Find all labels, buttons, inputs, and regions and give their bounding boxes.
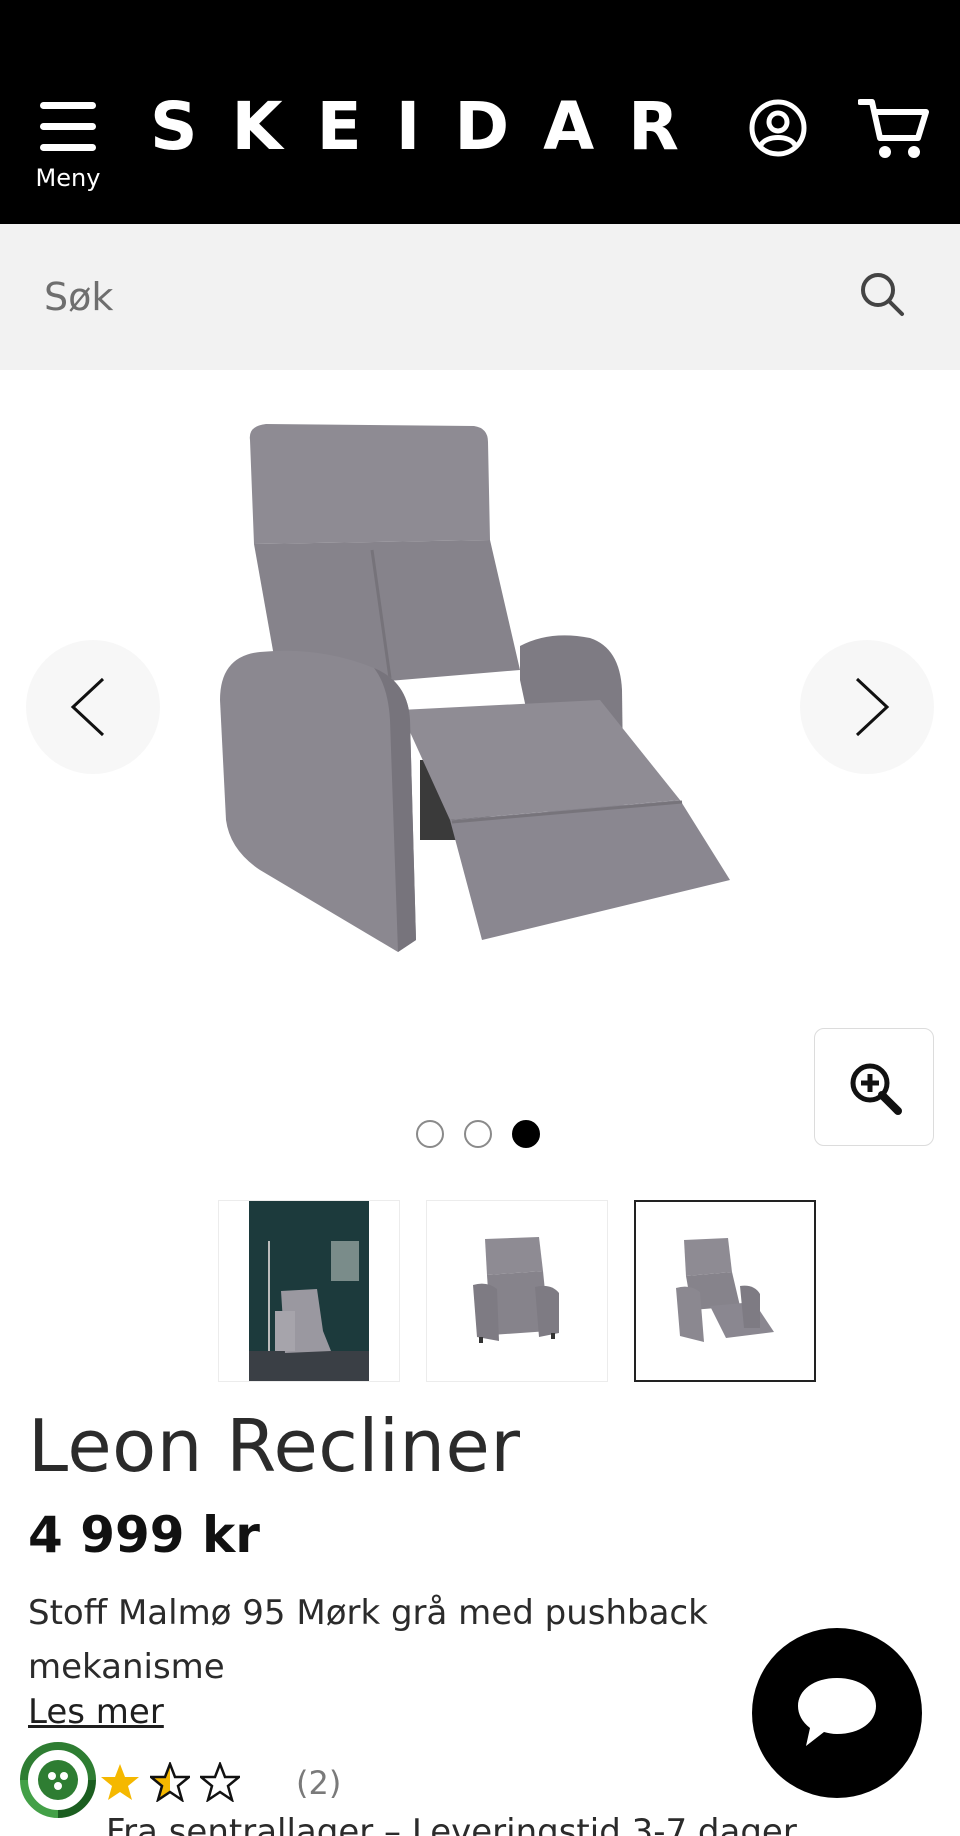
gallery-dot-1[interactable]: [416, 1120, 444, 1148]
gallery-dot-2[interactable]: [464, 1120, 492, 1148]
account-icon[interactable]: [748, 98, 808, 158]
chevron-left-icon: [70, 677, 105, 737]
review-count: (2): [296, 1764, 342, 1802]
menu-label: Meny: [35, 164, 101, 192]
search-input[interactable]: [0, 224, 860, 370]
gallery-pagination: [416, 1120, 566, 1150]
thumbnail-recliner-reclined[interactable]: [634, 1200, 816, 1382]
zoom-in-icon: [850, 1063, 902, 1115]
search-icon[interactable]: [858, 270, 906, 318]
chevron-right-icon: [855, 677, 890, 737]
product-rating[interactable]: (2): [100, 1758, 400, 1808]
thumbnail-recliner-upright[interactable]: [426, 1200, 608, 1382]
site-header: Meny SKEIDAR: [0, 0, 960, 224]
read-more-link[interactable]: Les mer: [28, 1692, 164, 1732]
gallery-dot-3[interactable]: [512, 1120, 540, 1148]
star-half-icon: [150, 1762, 190, 1802]
menu-icon: [40, 102, 96, 165]
chat-button[interactable]: [752, 1628, 922, 1798]
star-empty-icon: [200, 1762, 240, 1802]
product-description: Stoff Malmø 95 Mørk grå med pushback mek…: [28, 1593, 708, 1687]
product-price: 4 999 kr: [28, 1506, 260, 1564]
sustainability-badge-icon[interactable]: [18, 1740, 98, 1820]
search-bar: [0, 224, 960, 370]
product-gallery: [0, 370, 960, 1160]
stock-status: Fra sentrallager – Leveringstid 3-7 dage…: [106, 1812, 797, 1836]
cart-icon[interactable]: [857, 96, 930, 162]
product-title: Leon Recliner: [28, 1404, 521, 1488]
zoom-button[interactable]: [814, 1028, 934, 1146]
thumbnail-room-scene[interactable]: [218, 1200, 400, 1382]
menu-button[interactable]: Meny: [30, 98, 106, 198]
gallery-prev-button[interactable]: [26, 640, 160, 774]
brand-logo[interactable]: SKEIDAR: [150, 92, 690, 162]
gallery-next-button[interactable]: [800, 640, 934, 774]
chat-bubble-icon: [798, 1678, 876, 1746]
star-full-icon: [101, 1764, 139, 1800]
thumbnail-strip: [0, 1200, 960, 1382]
product-image[interactable]: [220, 420, 740, 980]
